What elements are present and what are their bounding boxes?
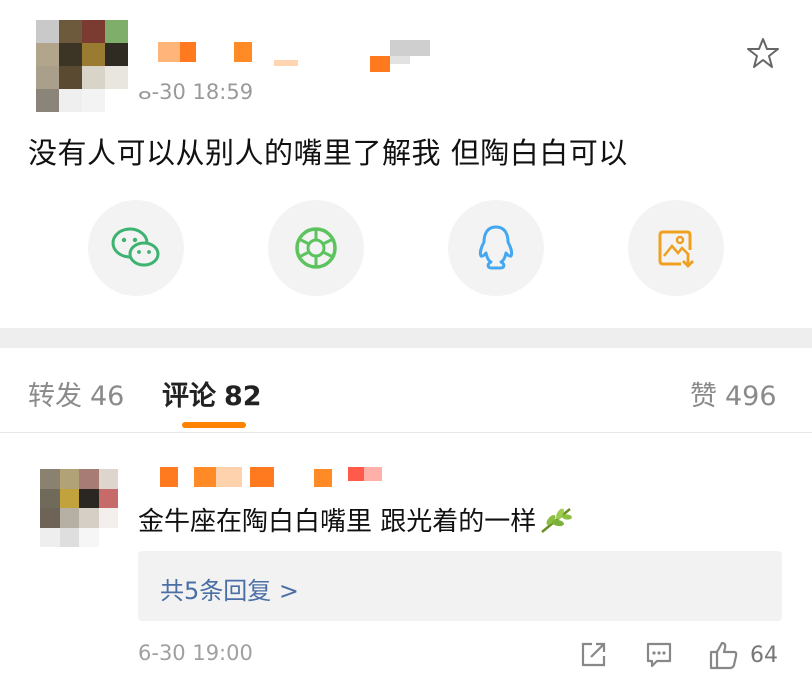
commenter-name[interactable]	[150, 463, 410, 493]
tab-repost-count: 46	[90, 381, 125, 412]
thumbs-up-icon	[709, 641, 738, 670]
view-replies-link[interactable]: 共5条回复 >	[160, 571, 299, 606]
comment-timestamp: 6-30 19:00	[138, 641, 253, 665]
section-separator	[0, 328, 812, 348]
repost-comment-button[interactable]	[578, 639, 608, 669]
favorite-star-icon[interactable]	[746, 36, 780, 70]
moments-icon	[295, 227, 337, 269]
comment-bubble-icon	[646, 642, 672, 668]
replies-box[interactable]: 共5条回复 >	[138, 551, 782, 621]
share-qq-button[interactable]	[448, 200, 544, 296]
post-content: 没有人可以从别人的嘴里了解我 但陶白白可以	[28, 136, 628, 170]
post-timestamp: ⴰ-30 18:59	[138, 80, 254, 104]
post-author-name[interactable]	[150, 36, 440, 76]
tab-comment[interactable]: 评论 82	[162, 374, 262, 413]
tab-repost-label: 转发	[28, 381, 82, 412]
like-comment-button[interactable]: 64	[708, 639, 778, 671]
comment-like-count: 64	[750, 642, 778, 668]
tab-like-count: 496	[725, 381, 777, 412]
post-card: ⴰ-30 18:59 没有人可以从别人的嘴里了解我 但陶白白可以	[0, 0, 812, 328]
tab-repost[interactable]: 转发 46	[28, 374, 124, 413]
active-tab-indicator	[182, 422, 246, 428]
commenter-avatar[interactable]	[40, 469, 118, 547]
share-wechat-button[interactable]	[88, 200, 184, 296]
share-moments-button[interactable]	[268, 200, 364, 296]
comment-content: 金牛座在陶白白嘴里 跟光着的一样	[138, 501, 574, 538]
post-author-avatar[interactable]	[36, 20, 128, 112]
wechat-icon	[111, 227, 160, 267]
tab-comment-label: 评论	[162, 381, 216, 412]
share-arrow-icon	[581, 642, 606, 667]
comment-item: 金牛座在陶白白嘴里 跟光着的一样 共5条回复 > 6-30 19:00 64	[0, 433, 812, 683]
leaf-emoji-icon	[541, 508, 573, 533]
save-image-button[interactable]	[628, 200, 724, 296]
qq-icon	[478, 225, 514, 270]
share-row	[0, 200, 812, 300]
tab-like[interactable]: 赞 496	[690, 374, 777, 413]
reply-comment-button[interactable]	[644, 639, 674, 669]
interaction-tabs: 转发 46 评论 82 赞 496	[0, 348, 812, 432]
save-image-icon	[658, 230, 694, 268]
tab-comment-count: 82	[224, 381, 262, 412]
tab-like-label: 赞	[690, 381, 717, 412]
comment-text: 金牛座在陶白白嘴里 跟光着的一样	[138, 507, 537, 537]
